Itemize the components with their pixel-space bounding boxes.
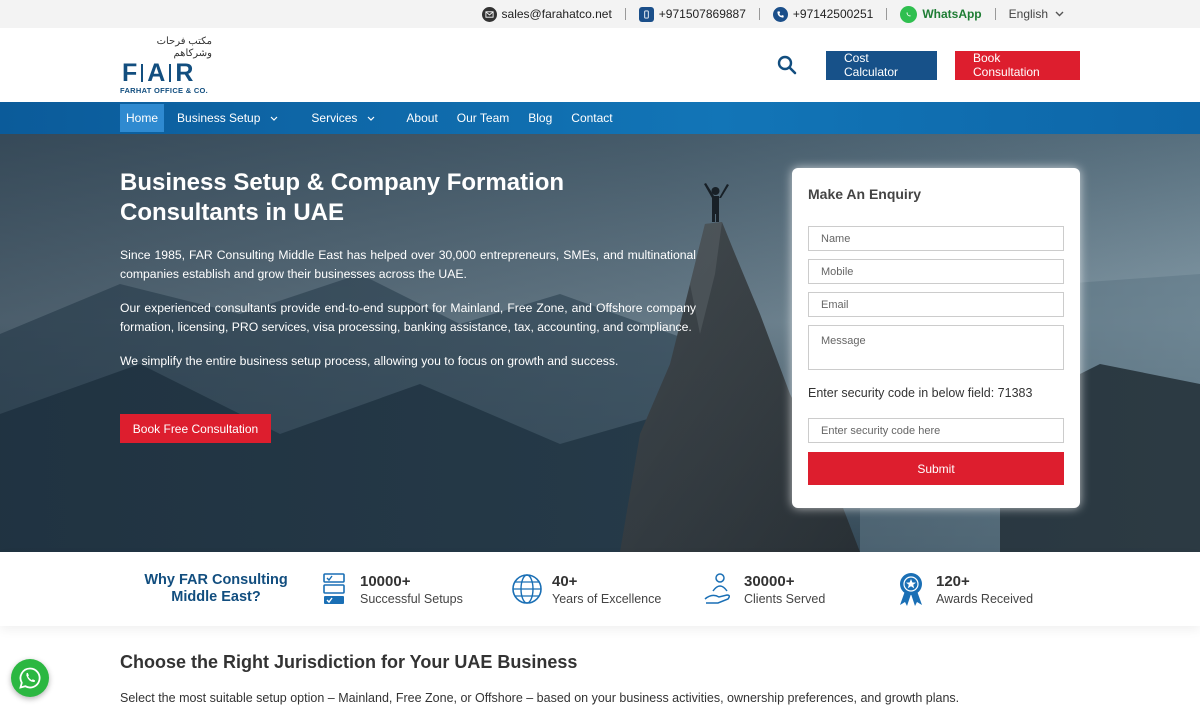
stat-years-excellence: 40+ Years of Excellence	[510, 571, 702, 607]
jurisdiction-section: Choose the Right Jurisdiction for Your U…	[0, 626, 1200, 705]
whatsapp-icon	[19, 667, 41, 689]
nav-label: Business Setup	[177, 111, 261, 125]
header-actions: Cost Calculator Book Consultation	[774, 50, 1080, 80]
divider	[994, 8, 996, 20]
hand-person-icon	[704, 573, 731, 604]
hero-content: Business Setup & Company Formation Consu…	[120, 168, 696, 386]
stat-number: 30000+	[744, 572, 795, 590]
nav-blog[interactable]: Blog	[522, 104, 558, 132]
nav-label: Home	[126, 111, 159, 125]
language-label: English	[1008, 7, 1048, 21]
chevron-down-icon	[367, 116, 375, 121]
logo-subtitle: FARHAT OFFICE & CO.	[120, 85, 209, 95]
logo-divider	[141, 63, 144, 82]
phone-number: +97142500251	[792, 7, 874, 21]
mail-icon	[481, 6, 497, 22]
jurisdiction-text: Select the most suitable setup option – …	[120, 691, 960, 705]
logo-arabic-text: مكتب فرحات وشركاهم	[156, 35, 212, 59]
nav-contact[interactable]: Contact	[565, 104, 618, 132]
main-nav: Home Business Setup Services About Our T…	[0, 102, 1200, 134]
email-text: sales@farahatco.net	[501, 7, 612, 21]
stat-successful-setups: 10000+ Successful Setups	[318, 571, 510, 607]
nav-label: Contact	[571, 111, 613, 125]
checklist-icon	[323, 573, 345, 604]
stat-label: Awards Received	[936, 591, 1034, 606]
mobile-field[interactable]: Mobile	[808, 259, 1064, 284]
security-code-field[interactable]: Enter security code here	[808, 418, 1064, 443]
stat-number: 120+	[936, 572, 970, 590]
site-header: مكتب فرحات وشركاهم F A R FARHAT OFFICE &…	[0, 28, 1200, 102]
language-select[interactable]: English	[1009, 7, 1064, 21]
whatsapp-label: WhatsApp	[922, 7, 982, 21]
nav-our-team[interactable]: Our Team	[451, 104, 515, 132]
nav-services[interactable]: Services	[305, 104, 381, 132]
hero-section: Business Setup & Company Formation Consu…	[0, 134, 1200, 552]
divider	[886, 8, 888, 20]
name-field[interactable]: Name	[808, 226, 1064, 251]
nav-label: Our Team	[456, 111, 510, 125]
logo-letter-a: A	[147, 58, 166, 87]
whatsapp-float-button[interactable]	[11, 659, 49, 697]
message-field[interactable]: Message	[808, 325, 1064, 370]
hero-title: Business Setup & Company Formation Consu…	[120, 169, 565, 226]
stat-number: 10000+	[360, 572, 411, 590]
book-consultation-button[interactable]: Book Consultation	[955, 50, 1080, 80]
award-ribbon-icon	[900, 573, 922, 606]
nav-business-setup[interactable]: Business Setup	[171, 104, 284, 132]
globe-icon	[512, 574, 542, 604]
logo-letter-f: F	[122, 58, 138, 87]
enquiry-form: Make An Enquiry Name Mobile Email Messag…	[792, 168, 1080, 508]
search-icon	[777, 55, 797, 75]
hero-paragraph-3: We simplify the entire business setup pr…	[120, 354, 619, 368]
cost-calculator-button[interactable]: Cost Calculator	[826, 50, 937, 80]
stat-label: Clients Served	[744, 591, 826, 606]
whatsapp-link[interactable]: WhatsApp	[900, 5, 982, 23]
far-logo[interactable]: مكتب فرحات وشركاهم F A R FARHAT OFFICE &…	[120, 36, 220, 95]
enquiry-title: Make An Enquiry	[808, 186, 922, 202]
chevron-down-icon	[270, 116, 278, 121]
nav-label: About	[406, 111, 438, 125]
stat-label: Years of Excellence	[552, 591, 662, 606]
nav-home[interactable]: Home	[120, 104, 165, 132]
why-far-heading: Why FAR Consulting Middle East?	[144, 572, 288, 605]
logo-divider	[169, 63, 172, 82]
top-contact-bar: sales@farahatco.net +971507869887 +97142…	[0, 0, 1200, 28]
nav-label: Services	[311, 111, 358, 125]
search-button[interactable]	[774, 52, 800, 78]
whatsapp-icon	[900, 5, 918, 23]
stat-label: Successful Setups	[360, 591, 463, 606]
stat-clients-served: 30000+ Clients Served	[702, 571, 894, 607]
stat-number: 40+	[552, 572, 578, 590]
security-code-label: Enter security code in below field: 7138…	[808, 386, 1033, 400]
book-free-consultation-button[interactable]: Book Free Consultation	[120, 414, 271, 443]
stats-bar: Why FAR Consulting Middle East? 10000+ S…	[0, 552, 1200, 626]
divider	[624, 8, 626, 20]
email-link[interactable]: sales@farahatco.net	[481, 6, 612, 22]
stat-awards-received: 120+ Awards Received	[894, 571, 1086, 607]
hero-paragraph-2: Our experienced consultants provide end-…	[120, 301, 696, 334]
hero-paragraph-1: Since 1985, FAR Consulting Middle East h…	[120, 248, 696, 281]
email-field[interactable]: Email	[808, 292, 1064, 317]
submit-button[interactable]: Submit	[808, 452, 1064, 485]
divider	[758, 8, 760, 20]
logo-letters: F A R	[120, 60, 195, 86]
jurisdiction-title: Choose the Right Jurisdiction for Your U…	[120, 652, 578, 672]
phone-link[interactable]: +97142500251	[772, 6, 874, 22]
logo-letter-r: R	[175, 58, 194, 87]
phone-icon	[772, 6, 788, 22]
nav-about[interactable]: About	[400, 104, 443, 132]
chevron-down-icon	[1055, 11, 1064, 17]
nav-label: Blog	[528, 111, 553, 125]
mobile-icon	[638, 6, 654, 22]
mobile-number: +971507869887	[658, 7, 746, 21]
mobile-link[interactable]: +971507869887	[638, 6, 746, 22]
